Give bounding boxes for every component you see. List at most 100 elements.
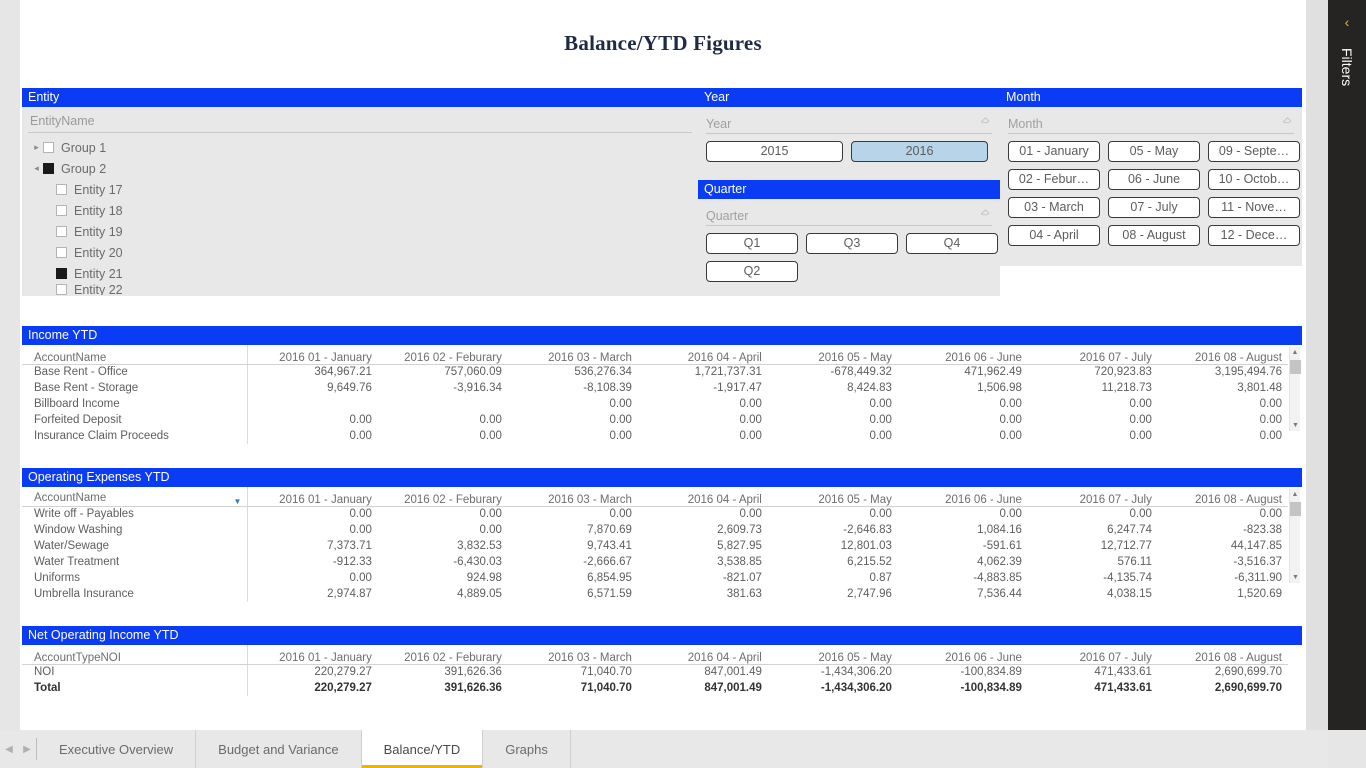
entity-checkbox[interactable] <box>43 142 54 153</box>
table-row[interactable]: Total 220,279.27 391,626.36 71,040.70 847,00… <box>22 680 1288 696</box>
month-option[interactable]: 02 - Febur… <box>1008 169 1100 190</box>
quarter-chip-row-1[interactable]: Q1 Q3 Q4 <box>706 233 998 254</box>
matrix-column-header[interactable]: 2016 08 - August <box>1157 645 1288 665</box>
matrix-column-header[interactable]: 2016 03 - March <box>507 645 638 665</box>
table-row[interactable]: Base Rent - Storage 9,649.76 -3,916.34 -8,1… <box>22 380 1288 396</box>
entity-checkbox[interactable] <box>56 205 67 216</box>
chevron-right-icon[interactable]: ▸ <box>30 143 43 152</box>
matrix-column-header[interactable]: 2016 07 - July <box>1027 487 1158 507</box>
month-option[interactable]: 08 - August <box>1108 225 1200 246</box>
matrix-column-header[interactable]: 2016 04 - April <box>637 345 768 365</box>
quarter-option-Q3[interactable]: Q3 <box>806 233 898 254</box>
page-tab-bar[interactable]: ◀ ▶ Executive Overview Budget and Varianc… <box>0 730 1328 768</box>
matrix-row-header[interactable]: AccountName <box>22 345 249 365</box>
month-option[interactable]: 03 - March <box>1008 197 1100 218</box>
month-option[interactable]: 04 - April <box>1008 225 1100 246</box>
entity-tree-item[interactable]: Entity 20 <box>28 242 692 263</box>
entity-tree[interactable]: ▸ Group 1 ◂ Group 2 Entity 17 Entity 18 Entity… <box>28 137 692 295</box>
chevron-down-icon[interactable]: ◂ <box>30 164 43 173</box>
matrix-column-header[interactable]: 2016 04 - April <box>637 487 768 507</box>
chevron-down-icon[interactable]: ▼ <box>1290 572 1301 583</box>
matrix-column-header[interactable]: 2016 08 - August <box>1157 345 1288 365</box>
year-chip-row[interactable]: 2015 2016 <box>706 141 992 162</box>
entity-tree-item[interactable]: ▸ Group 1 <box>28 137 692 158</box>
tab-balance-ytd[interactable]: Balance/YTD <box>361 730 484 768</box>
quarter-option-Q4[interactable]: Q4 <box>906 233 998 254</box>
matrix-column-header[interactable]: 2016 08 - August <box>1157 487 1288 507</box>
month-slicer-body[interactable]: Month 01 - January 02 - Febur… 03 - March 0… <box>1000 107 1302 266</box>
matrix-column-header[interactable]: 2016 03 - March <box>507 345 638 365</box>
chevron-left-icon[interactable]: ◀ <box>5 744 13 755</box>
matrix-row-header[interactable]: AccountTypeNOI <box>22 645 249 665</box>
month-chip-column-3[interactable]: 09 - Septe… 10 - Octob… 11 - Nove… 12 - Dec… <box>1208 141 1300 246</box>
operating-expenses-ytd-body[interactable]: AccountName ▼ 2016 01 - January 2016 02 - F… <box>22 487 1302 602</box>
month-option[interactable]: 07 - July <box>1108 197 1200 218</box>
quarter-chip-row-2[interactable]: Q2 <box>706 261 992 282</box>
tab-list[interactable]: Executive Overview Budget and Variance Bal… <box>37 730 571 768</box>
table-row[interactable]: Uniforms 0.00 924.98 6,854.95 -821.07 0.87 -4,… <box>22 570 1288 586</box>
matrix-row-header[interactable]: AccountName ▼ <box>22 487 249 507</box>
matrix-column-header[interactable]: 2016 01 - January <box>247 487 378 507</box>
matrix-column-header[interactable]: 2016 06 - June <box>897 345 1028 365</box>
table-row[interactable]: Window Washing 0.00 0.00 7,870.69 2,609.73 -2… <box>22 522 1288 538</box>
month-option[interactable]: 05 - May <box>1108 141 1200 162</box>
operating-expenses-ytd-matrix[interactable]: Operating Expenses YTD AccountName ▼ 2016 … <box>22 468 1302 602</box>
table-row[interactable]: Water Treatment -912.33 -6,430.03 -2,666.67… <box>22 554 1288 570</box>
matrix-column-header[interactable]: 2016 05 - May <box>767 345 898 365</box>
year-option-2015[interactable]: 2015 <box>706 141 843 162</box>
scrollbar-thumb[interactable] <box>1290 502 1301 516</box>
table-row[interactable]: Umbrella Insurance 2,974.87 4,889.05 6,571.… <box>22 586 1288 602</box>
table-row[interactable]: NOI 220,279.27 391,626.36 71,040.70 847,001.… <box>22 664 1288 680</box>
chevron-down-icon[interactable]: ▼ <box>1290 420 1301 431</box>
table-row[interactable]: Billboard Income 0.00 0.00 0.00 0.00 0.00 0.00 <box>22 396 1288 412</box>
entity-checkbox[interactable] <box>56 284 67 295</box>
month-option[interactable]: 11 - Nove… <box>1208 197 1300 218</box>
tab-graphs[interactable]: Graphs <box>483 730 571 768</box>
entity-tree-item[interactable]: Entity 21 <box>28 263 692 284</box>
quarter-option-Q2[interactable]: Q2 <box>706 261 798 282</box>
matrix-column-header[interactable]: 2016 03 - March <box>507 487 638 507</box>
quarter-slicer[interactable]: Quarter Quarter Q1 Q3 Q4 Q2 <box>698 180 1000 296</box>
table-row[interactable]: Write off - Payables 0.00 0.00 0.00 0.00 0.00… <box>22 506 1288 522</box>
income-ytd-scrollbar[interactable]: ▲ ▼ <box>1289 347 1301 431</box>
chevron-right-icon[interactable]: ▶ <box>23 744 31 755</box>
entity-slicer-body[interactable]: EntityName ▸ Group 1 ◂ Group 2 Entity 17 Enti… <box>22 107 698 296</box>
matrix-column-header[interactable]: 2016 02 - Feburary <box>377 487 508 507</box>
table-row[interactable]: Water/Sewage 7,373.71 3,832.53 9,743.41 5,82… <box>22 538 1288 554</box>
matrix-column-header[interactable]: 2016 04 - April <box>637 645 768 665</box>
year-slicer[interactable]: Year Year 2015 2016 <box>698 88 1000 180</box>
entity-checkbox[interactable] <box>56 268 67 279</box>
net-operating-income-ytd-matrix[interactable]: Net Operating Income YTD AccountTypeNOI 2… <box>22 626 1302 704</box>
tab-executive-overview[interactable]: Executive Overview <box>37 730 197 768</box>
entity-slicer[interactable]: Entity EntityName ▸ Group 1 ◂ Group 2 Entity… <box>22 88 698 296</box>
month-option[interactable]: 12 - Dece… <box>1208 225 1300 246</box>
table-row[interactable]: Base Rent - Office 364,967.21 757,060.09 53… <box>22 364 1288 380</box>
chevron-up-icon[interactable]: ▲ <box>1290 347 1300 358</box>
month-option[interactable]: 10 - Octob… <box>1208 169 1300 190</box>
income-ytd-matrix[interactable]: Income YTD AccountName 2016 01 - January 2… <box>22 326 1302 444</box>
eraser-icon[interactable] <box>979 113 992 131</box>
entity-tree-item[interactable]: ◂ Group 2 <box>28 158 692 179</box>
quarter-slicer-body[interactable]: Quarter Q1 Q3 Q4 Q2 <box>698 199 1000 296</box>
filters-pane[interactable]: ‹ Filters <box>1328 0 1366 730</box>
chevron-left-icon[interactable]: ‹ <box>1328 14 1366 30</box>
eraser-icon[interactable] <box>1281 113 1294 131</box>
month-chip-column-2[interactable]: 05 - May 06 - June 07 - July 08 - August <box>1108 141 1200 246</box>
matrix-column-header[interactable]: 2016 07 - July <box>1027 345 1158 365</box>
table-row[interactable]: Insurance Claim Proceeds 0.00 0.00 0.00 0.00… <box>22 428 1288 444</box>
operating-expenses-ytd-scrollbar[interactable]: ▲ ▼ <box>1289 489 1301 583</box>
entity-checkbox[interactable] <box>56 226 67 237</box>
month-option[interactable]: 06 - June <box>1108 169 1200 190</box>
entity-checkbox[interactable] <box>56 247 67 258</box>
quarter-option-Q1[interactable]: Q1 <box>706 233 798 254</box>
matrix-column-header[interactable]: 2016 05 - May <box>767 487 898 507</box>
month-chip-column-1[interactable]: 01 - January 02 - Febur… 03 - March 04 - Ap… <box>1008 141 1100 246</box>
chevron-up-icon[interactable]: ▲ <box>1290 489 1300 500</box>
entity-tree-item[interactable]: Entity 18 <box>28 200 692 221</box>
year-slicer-body[interactable]: Year 2015 2016 <box>698 107 1000 180</box>
matrix-column-header[interactable]: 2016 02 - Feburary <box>377 345 508 365</box>
matrix-column-header[interactable]: 2016 02 - Feburary <box>377 645 508 665</box>
matrix-column-header[interactable]: 2016 06 - June <box>897 645 1028 665</box>
matrix-column-header[interactable]: 2016 01 - January <box>247 345 378 365</box>
month-slicer[interactable]: Month Month 01 - January 02 - Febur… 03 - … <box>1000 88 1302 266</box>
